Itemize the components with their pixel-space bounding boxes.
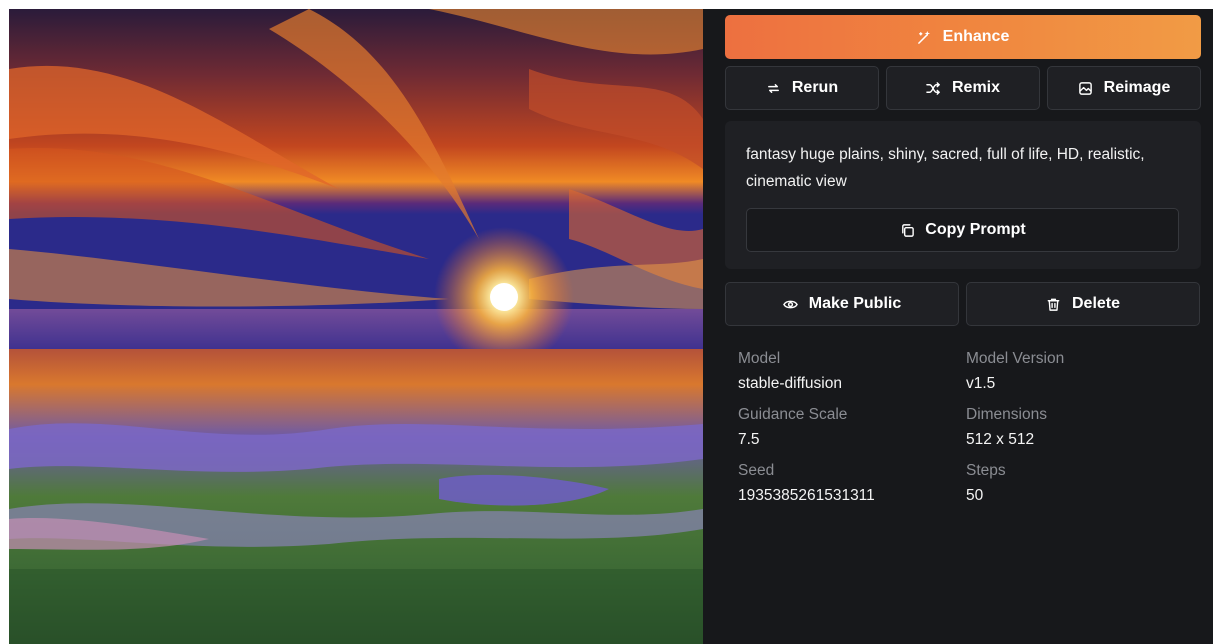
generation-details: Model stable-diffusion Model Version v1.… (725, 349, 1201, 507)
repeat-icon (766, 80, 782, 96)
rerun-button[interactable]: Rerun (725, 66, 879, 110)
eye-icon (783, 296, 799, 312)
model-version-value: v1.5 (966, 375, 996, 392)
model-detail: Model stable-diffusion (738, 349, 966, 395)
magic-wand-icon (917, 29, 933, 45)
steps-detail: Steps 50 (966, 461, 1206, 507)
enhance-button[interactable]: Enhance (725, 15, 1201, 59)
copy-icon (899, 222, 915, 238)
delete-label: Delete (1071, 295, 1121, 312)
dimensions-label: Dimensions (966, 406, 1047, 423)
guidance-detail: Guidance Scale 7.5 (738, 405, 966, 451)
model-version-label: Model Version (966, 350, 1065, 367)
remix-button[interactable]: Remix (886, 66, 1040, 110)
enhance-label: Enhance (942, 28, 1010, 45)
model-label: Model (738, 350, 781, 367)
steps-value: 50 (966, 487, 984, 504)
rerun-label: Rerun (791, 79, 839, 96)
shuffle-icon (926, 80, 942, 96)
seed-label: Seed (738, 462, 775, 479)
action-row: Rerun Remix Reimage (725, 66, 1201, 110)
image-icon (1078, 80, 1094, 96)
guidance-label: Guidance Scale (738, 406, 848, 423)
steps-label: Steps (966, 462, 1006, 479)
reimage-button[interactable]: Reimage (1047, 66, 1201, 110)
app-frame: Enhance Rerun Remix Reimage fantasy huge… (9, 9, 1213, 644)
seed-detail: Seed 1935385261531311 (738, 461, 966, 507)
landscape-image (9, 9, 703, 644)
guidance-value: 7.5 (738, 431, 760, 448)
trash-icon (1046, 296, 1062, 312)
remix-label: Remix (951, 79, 1001, 96)
dimensions-detail: Dimensions 512 x 512 (966, 405, 1206, 451)
make-public-button[interactable]: Make Public (725, 282, 959, 326)
generated-image (9, 9, 703, 644)
dimensions-value: 512 x 512 (966, 431, 1035, 448)
delete-button[interactable]: Delete (966, 282, 1200, 326)
seed-value: 1935385261531311 (738, 487, 875, 504)
model-value: stable-diffusion (738, 375, 842, 392)
copy-prompt-button[interactable]: Copy Prompt (746, 208, 1179, 252)
make-public-label: Make Public (808, 295, 902, 312)
copy-prompt-label: Copy Prompt (925, 221, 1026, 238)
detail-panel: Enhance Rerun Remix Reimage fantasy huge… (725, 15, 1201, 507)
model-version-detail: Model Version v1.5 (966, 349, 1206, 395)
visibility-row: Make Public Delete (725, 282, 1201, 326)
prompt-text: fantasy huge plains, shiny, sacred, full… (746, 146, 1145, 190)
reimage-label: Reimage (1103, 79, 1171, 96)
prompt-card: fantasy huge plains, shiny, sacred, full… (725, 121, 1201, 269)
